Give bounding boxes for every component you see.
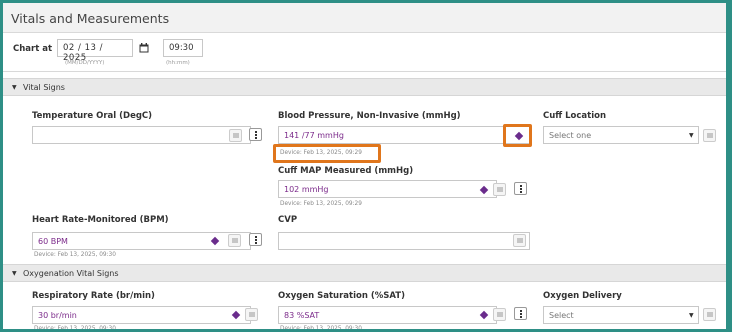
blood-pressure-input[interactable]: 141 /77 mmHg [278, 126, 530, 144]
oxygen-delivery-select[interactable]: Select [543, 306, 699, 324]
bp-device-timestamp: Device: Feb 13, 2025, 09:29 [280, 150, 362, 156]
section-title: Oxygenation Vital Signs [23, 269, 119, 278]
vitals-window: Vitals and Measurements Chart at 02 / 13… [0, 0, 732, 332]
window-title: Vitals and Measurements [11, 11, 170, 26]
comment-icon[interactable] [513, 234, 526, 247]
more-options-icon[interactable] [514, 182, 527, 195]
cuff-map-input[interactable]: 102 mmHg [278, 180, 497, 198]
more-options-icon[interactable] [249, 233, 262, 246]
temperature-input[interactable] [32, 126, 251, 144]
heart-rate-device-timestamp: Device: Feb 13, 2025, 09:30 [34, 252, 116, 258]
respiratory-rate-input[interactable]: 30 br/min [32, 306, 251, 324]
respiratory-rate-device-timestamp: Device: Feb 13, 2025, 09:30 [34, 326, 116, 332]
comment-icon[interactable] [493, 308, 506, 321]
chart-at-label: Chart at [13, 44, 53, 54]
calendar-icon[interactable] [139, 43, 149, 53]
section-vital-signs[interactable]: ▼ Vital Signs [3, 78, 726, 96]
cuff-location-select[interactable]: Select one [543, 126, 699, 144]
comment-icon[interactable] [229, 129, 242, 142]
collapse-caret-icon: ▼ [12, 84, 17, 91]
more-options-icon[interactable] [514, 307, 527, 320]
temperature-label: Temperature Oral (DegC) [32, 111, 153, 121]
comment-icon[interactable] [703, 129, 716, 142]
section-oxygenation-vital-signs[interactable]: ▼ Oxygenation Vital Signs [3, 264, 726, 282]
more-options-icon[interactable] [249, 128, 262, 141]
cvp-label: CVP [278, 215, 298, 225]
chart-at-bar: Chart at 02 / 13 / 2025 09:30 (MM/DD/YYY… [3, 34, 726, 72]
heart-rate-label: Heart Rate-Monitored (BPM) [32, 215, 169, 225]
cuff-map-label: Cuff MAP Measured (mmHg) [278, 166, 414, 176]
respiratory-rate-label: Respiratory Rate (br/min) [32, 291, 155, 301]
title-bar: Vitals and Measurements [3, 3, 726, 33]
blood-pressure-label: Blood Pressure, Non-Invasive (mmHg) [278, 111, 461, 121]
dropdown-arrow-icon[interactable]: ▼ [689, 132, 694, 139]
cuff-location-label: Cuff Location [543, 111, 607, 121]
section-title: Vital Signs [23, 83, 65, 92]
time-format-hint: (hh:mm) [166, 60, 190, 66]
oxygen-saturation-device-timestamp: Device: Feb 13, 2025, 09:30 [280, 326, 362, 332]
date-format-hint: (MM/DD/YYYY) [65, 60, 105, 66]
oxygen-saturation-label: Oxygen Saturation (%SAT) [278, 291, 405, 301]
oxygen-delivery-label: Oxygen Delivery [543, 291, 622, 301]
chart-time-input[interactable]: 09:30 [163, 39, 203, 57]
oxygen-saturation-input[interactable]: 83 %SAT [278, 306, 497, 324]
cvp-input[interactable] [278, 232, 530, 250]
comment-icon[interactable] [493, 183, 506, 196]
cuff-map-device-timestamp: Device: Feb 13, 2025, 09:29 [280, 201, 362, 207]
comment-icon[interactable] [228, 234, 241, 247]
comment-icon[interactable] [703, 308, 716, 321]
comment-icon[interactable] [245, 308, 258, 321]
chart-date-input[interactable]: 02 / 13 / 2025 [57, 39, 133, 63]
dropdown-arrow-icon[interactable]: ▼ [689, 312, 694, 319]
collapse-caret-icon: ▼ [12, 270, 17, 277]
